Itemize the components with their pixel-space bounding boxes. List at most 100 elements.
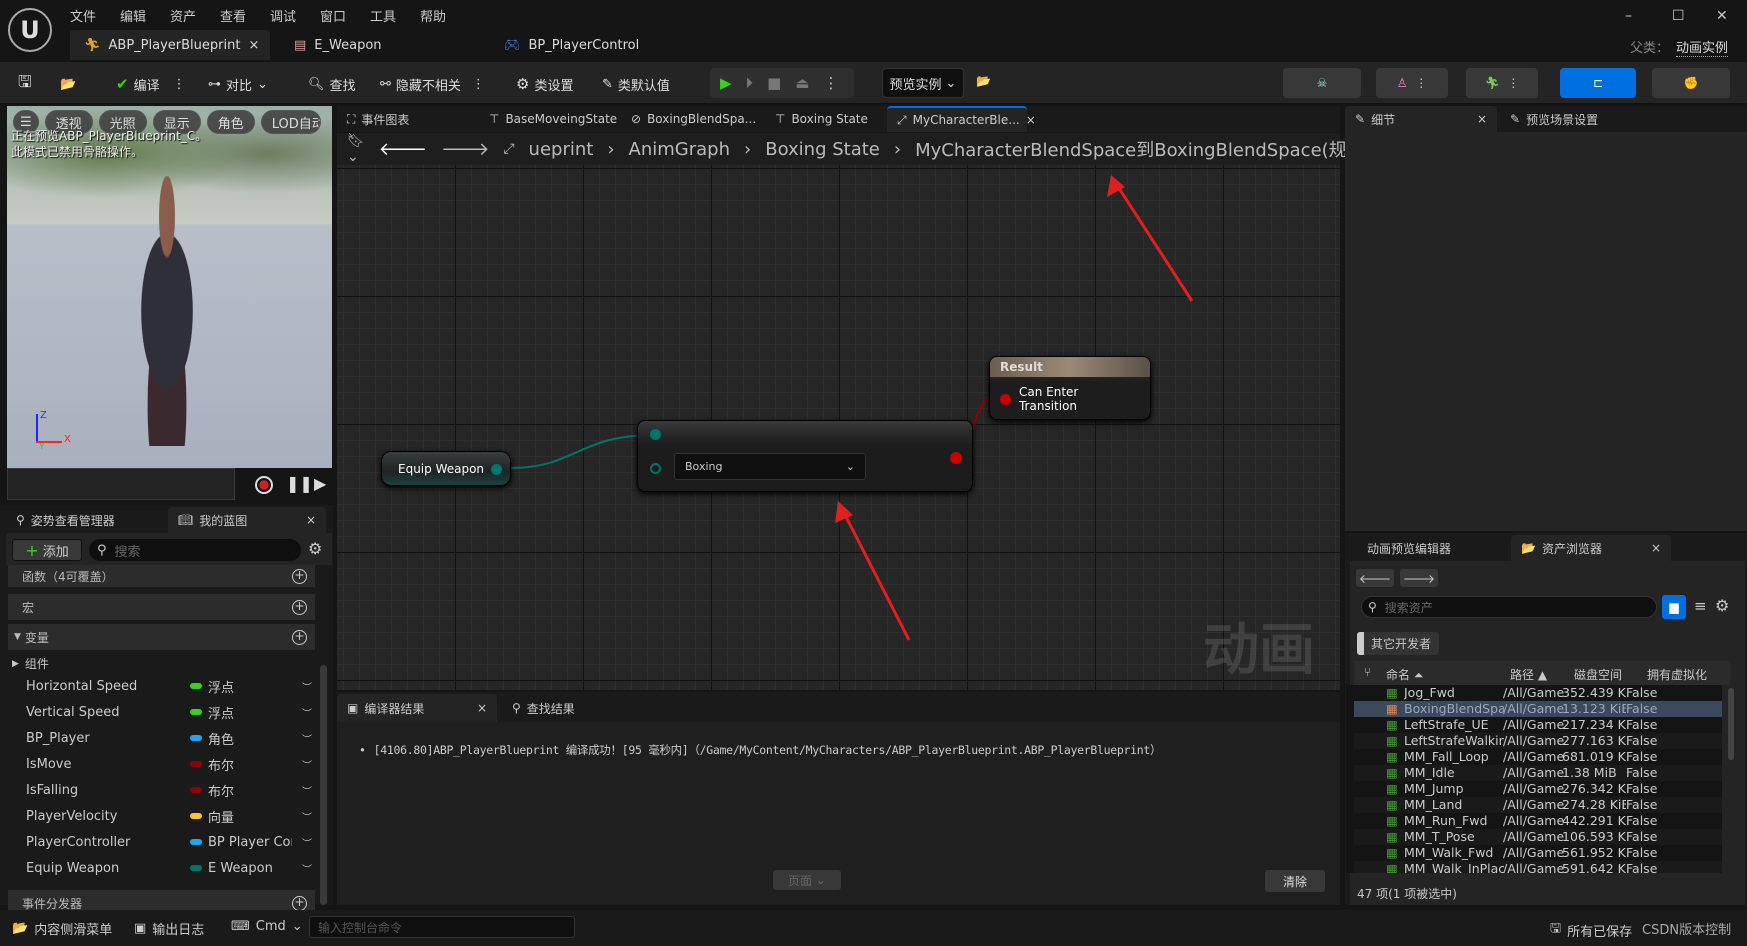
asset-row[interactable]: ▦ LeftStrafeWalking/All/Game277.163 KiBFa… [1354,733,1722,749]
eye-closed-icon[interactable]: ︶ [302,809,312,824]
preview-viewport[interactable]: ☰ 透视 光照 显示 角色 LOD自动 正在预览ABP_PlayerBlueprint_… [7,106,332,468]
graph-tab[interactable]: ⊘ BoxingBlendSpa... [621,106,761,132]
variable-item[interactable]: IsFalling 布尔 ︶ [26,779,316,801]
variable-type[interactable]: 角色 [190,729,292,748]
back-button[interactable]: 🡐 [1356,569,1394,587]
close-window-button[interactable]: ✕ [1716,8,1728,24]
preview-instance-dropdown[interactable]: 预览实例 ⌄ [882,68,964,98]
tab-preview-scene-settings[interactable]: ✎ 预览场景设置 [1500,106,1608,132]
forward-button[interactable]: 🡒 [1400,569,1438,587]
asset-row[interactable]: ▦ MM_Land/All/Game 274.28 KiB False [1354,797,1722,813]
viewport-button[interactable]: LOD自动 [260,110,321,134]
variable-type[interactable]: 布尔 [190,781,292,800]
menu-item[interactable]: 帮助 [420,6,446,25]
branch-icon[interactable]: ⑂ [1364,665,1371,679]
section-variables[interactable]: ▼ 变量 + [8,624,315,650]
doc-tab[interactable]: 🏃︎ ABP_PlayerBlueprint × [70,30,270,60]
variable-item[interactable]: BP_Player 角色 ︶ [26,727,316,749]
more-icon[interactable]: ⋮ [823,74,838,92]
menu-item[interactable]: 编辑 [120,6,146,25]
pause-button[interactable]: ❚❚ [286,474,313,493]
asset-row[interactable]: ▦ LeftStrafe_UE/All/Game217.234 KiBFalse [1354,717,1722,733]
cmd-dropdown[interactable]: ⌨ Cmd ⌄ [231,919,303,934]
hide-unrelated-button[interactable]: ⚯ 隐藏不相关 ⋮ [380,70,485,98]
menu-item[interactable]: 调试 [270,6,296,25]
input-pin-a[interactable] [650,429,661,440]
asset-row[interactable]: ▦ MM_Run_Fwd/All/Game442.291 KiBFalse [1354,813,1722,829]
browse-button[interactable]: 📂 [60,70,76,98]
tab-find-results[interactable]: ⚲ 查找结果 [502,694,585,722]
close-tab-icon[interactable]: × [248,38,259,53]
page-dropdown[interactable]: 页面 ⌄ [773,870,841,890]
scrollbar[interactable] [320,665,327,905]
column-path[interactable]: 路径 ▲ [1510,666,1547,683]
tab-compiler-results[interactable]: ▣ 编译器结果 × [337,694,497,722]
variable-type[interactable]: 浮点 [190,677,292,696]
asset-row[interactable]: ▦ MM_T_Pose/All/Game106.593 KiBFalse [1354,829,1722,845]
add-macro-icon[interactable]: + [292,599,307,615]
graph-canvas[interactable]: 动画 Equip Weapon ▬▬ Boxing⌄ Result Can En… [337,165,1340,690]
equip-weapon-node[interactable]: Equip Weapon [381,451,511,486]
variable-item[interactable]: Horizontal Speed 浮点 ︶ [26,675,316,697]
breadcrumb-item[interactable]: ueprint [529,139,594,160]
menu-item[interactable]: 窗口 [320,6,346,25]
content-drawer-button[interactable]: 📂 内容侧滑菜单 [12,919,112,938]
timeline-scrubber[interactable] [7,468,235,500]
scrollbar[interactable] [1728,688,1734,760]
class-settings-button[interactable]: ⚙ 类设置 [516,70,573,98]
blueprint-mode-button[interactable]: ⊏ [1560,68,1636,98]
variable-type[interactable]: E Weapon [190,861,292,876]
doc-tab[interactable]: ▤ E_Weapon [280,30,470,60]
column-disk-space[interactable]: 磁盘空间 [1574,666,1622,683]
step-forward-button[interactable]: ▶︎ [314,474,326,493]
tab-anim-preview-editor[interactable]: 动画预览编辑器 [1357,535,1461,561]
input-pin-b[interactable] [650,463,661,474]
menu-item[interactable]: 文件 [70,6,96,25]
viewport-button[interactable]: 角色 [206,110,255,134]
variable-type[interactable]: 向量 [190,807,292,826]
maximize-button[interactable]: ☐ [1672,8,1685,24]
physics-mode-button[interactable]: ✊ [1652,68,1730,98]
asset-row[interactable]: ▦ MM_Fall_Loop/All/Game681.019 KiBFalse [1354,749,1722,765]
output-log-button[interactable]: ▣ 输出日志 [134,919,204,938]
tab-pose-watch-manager[interactable]: ⚲ 姿势查看管理器 [6,507,125,533]
eye-closed-icon[interactable]: ︶ [302,757,312,772]
settings-gear-icon[interactable]: ⚙ [308,539,322,558]
menu-item[interactable]: 资产 [170,6,196,25]
close-tab-icon[interactable]: × [1651,541,1661,555]
graph-tab[interactable]: ⤢ MyCharacterBle... × [887,106,1036,132]
close-tab-icon[interactable]: × [477,701,487,715]
resize-icon[interactable]: ⤢ [503,141,514,157]
breadcrumb-item[interactable]: AnimGraph [629,139,730,160]
asset-row[interactable]: ▦ MM_Walk_Fwd/All/Game561.952 KiBFalse [1354,845,1722,861]
asset-row[interactable]: ▦ MM_Walk_InPlace/All/Game591.642 KiBFals… [1354,861,1722,873]
filter-chip-other-developers[interactable]: 其它开发者 [1357,632,1440,655]
add-function-icon[interactable]: + [292,568,307,584]
forward-arrow-icon[interactable]: 🡒 [441,139,489,160]
column-virtualized[interactable]: 拥有虚拟化 [1647,666,1727,683]
category-components[interactable]: ▶ 组件 [12,655,49,672]
graph-tab[interactable]: ⛶ 事件图表 [337,106,467,132]
class-defaults-button[interactable]: ✎ 类默认值 [602,70,670,98]
blueprint-search-input[interactable]: ⚲ 搜索 [89,539,301,561]
variable-type[interactable]: BP Player Con [190,835,292,850]
save-button[interactable]: 🖫 [18,70,32,98]
output-pin[interactable] [491,464,502,475]
section-functions[interactable]: 函数（4可覆盖） + [8,565,315,587]
skeleton-mode-button[interactable]: ☠ [1283,68,1361,98]
filter-icon[interactable]: ≡ [1694,597,1707,615]
eye-closed-icon[interactable]: ︶ [302,679,312,694]
add-variable-icon[interactable]: + [292,629,307,645]
unreal-logo[interactable]: U [8,8,52,52]
tab-my-blueprint[interactable]: 📖︎ 我的蓝图 × [168,507,326,533]
eject-icon[interactable]: ⏏ [795,74,809,92]
output-bool-pin[interactable] [950,452,962,464]
save-status[interactable]: 🖫 所有已保存 [1550,919,1632,941]
animation-mode-button[interactable]: 🏃︎ ⋮ [1466,68,1538,98]
debug-filter-icon[interactable]: 📂 [976,74,991,88]
variable-item[interactable]: Equip Weapon E Weapon ︶ [26,857,316,879]
breadcrumb-item[interactable]: Boxing State [765,139,880,160]
asset-row[interactable]: ▦ MM_Jump/All/Game276.342 KiBFalse [1354,781,1722,797]
graph-tab[interactable]: ⊤ Boxing State [765,106,883,132]
eye-closed-icon[interactable]: ︶ [302,705,312,720]
